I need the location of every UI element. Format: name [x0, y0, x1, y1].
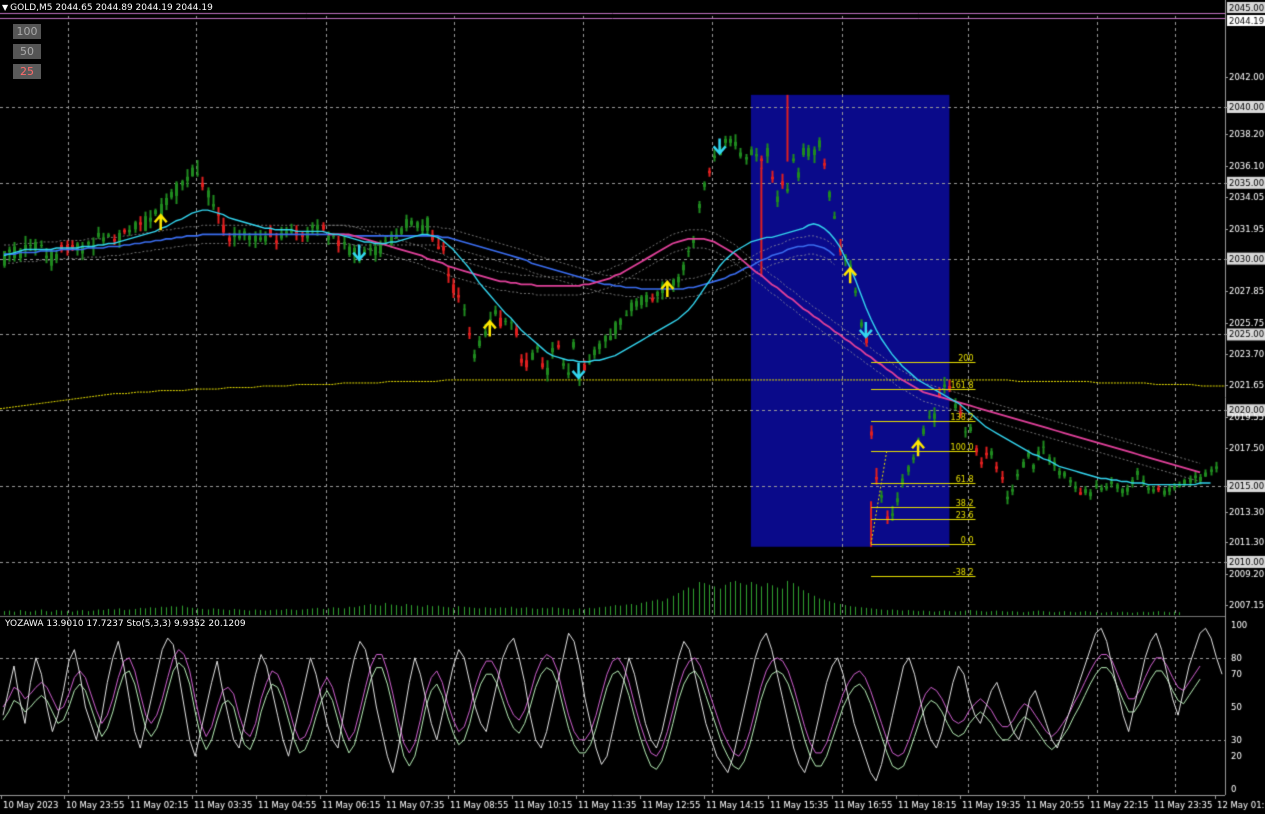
indicator-header: YOZAWA 13.9010 17.7237 Sto(5,3,3) 9.9352…	[5, 619, 246, 629]
symbol-header-text: GOLD,M5 2044.65 2044.89 2044.19 2044.19	[10, 3, 213, 13]
zoom-100-button[interactable]: 100	[13, 24, 41, 39]
symbol-header: ▼ GOLD,M5 2044.65 2044.89 2044.19 2044.19	[2, 3, 213, 13]
chart-menu-icon[interactable]: ▼	[2, 3, 8, 12]
zoom-50-button[interactable]: 50	[13, 44, 41, 59]
price-chart-canvas[interactable]	[0, 0, 1265, 814]
zoom-25-button[interactable]: 25	[13, 64, 41, 79]
